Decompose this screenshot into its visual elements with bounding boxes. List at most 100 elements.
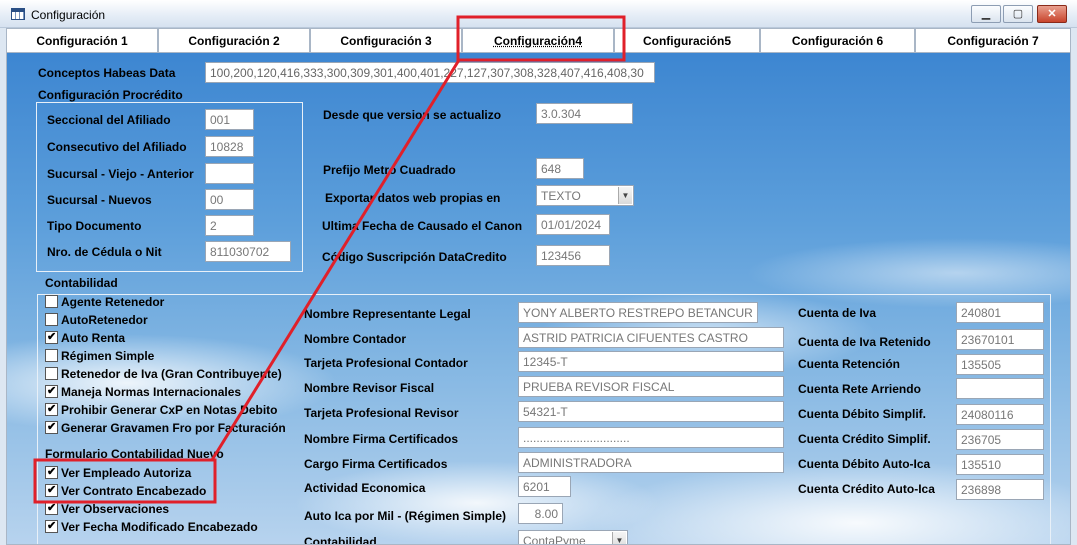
- checkbox-autoretenedor[interactable]: AutoRetenedor: [45, 313, 148, 329]
- contabilidad-select[interactable]: ContaPyme ▼: [518, 530, 628, 545]
- habeas-input[interactable]: 100,200,120,416,333,300,309,301,400,401,…: [205, 62, 655, 83]
- actividad-input[interactable]: 6201: [518, 476, 571, 497]
- check-icon: [45, 421, 58, 434]
- close-icon: ✕: [1047, 8, 1057, 20]
- tab-configuracion-4[interactable]: Configuración4: [462, 28, 614, 52]
- tab-configuracion-5[interactable]: Configuración5: [614, 28, 760, 52]
- tab-configuracion-1[interactable]: Configuración 1: [6, 28, 158, 52]
- tipo-documento-input[interactable]: 2: [205, 215, 254, 236]
- seccional-input[interactable]: 001: [205, 109, 254, 130]
- exportar-select[interactable]: TEXTO ▼: [536, 185, 634, 206]
- window-title: Configuración: [31, 8, 106, 22]
- cuenta-rete-arriendo-input[interactable]: [956, 378, 1044, 399]
- cuenta-iva-retenido-label: Cuenta de Iva Retenido: [798, 335, 931, 349]
- checkbox-gravamen-fro[interactable]: Generar Gravamen Fro por Facturación: [45, 421, 286, 437]
- chevron-down-icon[interactable]: ▼: [612, 532, 626, 544]
- tab-configuracion-6[interactable]: Configuración 6: [760, 28, 915, 52]
- checkbox-retenedor-iva[interactable]: Retenedor de Iva (Gran Contribuyente): [45, 367, 282, 383]
- chevron-down-icon[interactable]: ▼: [618, 187, 632, 204]
- version-label: Desde que version se actualizo: [323, 108, 502, 122]
- minimize-button[interactable]: ▁: [971, 5, 1001, 23]
- sucursal-viejo-input[interactable]: [205, 163, 254, 184]
- cuenta-iva-label: Cuenta de Iva: [798, 306, 877, 320]
- cuenta-debito-autoica-input[interactable]: 135510: [956, 454, 1044, 475]
- check-icon: [45, 484, 58, 497]
- checkbox-normas-internacionales[interactable]: Maneja Normas Internacionales: [45, 385, 241, 401]
- suscripcion-label: Código Suscripción DataCredito: [322, 250, 507, 264]
- close-button[interactable]: ✕: [1037, 5, 1067, 23]
- check-icon: [45, 367, 58, 380]
- tab-configuracion-2[interactable]: Configuración 2: [158, 28, 310, 52]
- tarjeta-contador-input[interactable]: 12345-T: [518, 351, 784, 372]
- checkbox-ver-observaciones[interactable]: Ver Observaciones: [45, 502, 169, 518]
- contabilidad-select-label: Contabilidad: [304, 535, 377, 545]
- cuenta-retencion-label: Cuenta Retención: [798, 357, 901, 371]
- suscripcion-input[interactable]: 123456: [536, 245, 610, 266]
- cargo-firma-label: Cargo Firma Certificados: [304, 457, 448, 471]
- cuenta-iva-input[interactable]: 240801: [956, 302, 1044, 323]
- tab-configuracion-3[interactable]: Configuración 3: [310, 28, 462, 52]
- cuenta-credito-autoica-label: Cuenta Crédito Auto-Ica: [798, 482, 935, 496]
- auto-ica-input[interactable]: 8.00: [518, 503, 563, 524]
- procredito-title: Configuración Procrédito: [38, 88, 183, 102]
- exportar-label: Exportar datos web propias en: [325, 191, 501, 205]
- consecutivo-label: Consecutivo del Afiliado: [47, 140, 187, 154]
- exportar-value: TEXTO: [541, 189, 581, 203]
- cuenta-credito-autoica-input[interactable]: 236898: [956, 479, 1044, 500]
- formulario-title: Formulario Contabilidad Nuevo: [45, 447, 224, 461]
- tab-configuracion-7[interactable]: Configuración 7: [915, 28, 1071, 52]
- revisor-label: Nombre Revisor Fiscal: [304, 381, 435, 395]
- auto-ica-label: Auto Ica por Mil - (Régimen Simple): [304, 509, 507, 523]
- fecha-label: Ultima Fecha de Causado el Canon: [322, 219, 523, 233]
- cedula-nit-input[interactable]: 811030702: [205, 241, 291, 262]
- tarjeta-revisor-input[interactable]: 54321-T: [518, 401, 784, 422]
- checkbox-auto-renta[interactable]: Auto Renta: [45, 331, 125, 347]
- contabilidad-select-value: ContaPyme: [523, 534, 586, 545]
- cuenta-retencion-input[interactable]: 135505: [956, 354, 1044, 375]
- check-icon: [45, 502, 58, 515]
- habeas-label: Conceptos Habeas Data: [38, 66, 176, 80]
- checkbox-prohibir-cxp[interactable]: Prohibir Generar CxP en Notas Debito: [45, 403, 278, 419]
- check-icon: [45, 466, 58, 479]
- checkbox-ver-fecha-modificado[interactable]: Ver Fecha Modificado Encabezado: [45, 520, 258, 536]
- tipo-documento-label: Tipo Documento: [47, 219, 142, 233]
- cuenta-credito-simplif-label: Cuenta Crédito Simplif.: [798, 432, 931, 446]
- checkbox-ver-contrato-encabezado[interactable]: Ver Contrato Encabezado: [45, 484, 206, 500]
- cuenta-iva-retenido-input[interactable]: 23670101: [956, 329, 1044, 350]
- app-table-icon: [11, 8, 25, 20]
- checkbox-ver-empleado-autoriza[interactable]: Ver Empleado Autoriza: [45, 466, 191, 482]
- firma-input[interactable]: ................................: [518, 427, 784, 448]
- tab-strip: Configuración 1 Configuración 2 Configur…: [6, 28, 1071, 52]
- consecutivo-input[interactable]: 10828: [205, 136, 254, 157]
- check-icon: [45, 385, 58, 398]
- prefijo-label: Prefijo Metro Cuadrado: [323, 163, 456, 177]
- check-icon: [45, 313, 58, 326]
- cedula-nit-label: Nro. de Cédula o Nit: [47, 245, 162, 259]
- seccional-label: Seccional del Afiliado: [47, 113, 171, 127]
- fecha-input[interactable]: 01/01/2024: [536, 214, 610, 235]
- version-input[interactable]: 3.0.304: [536, 103, 633, 124]
- checkbox-regimen-simple[interactable]: Régimen Simple: [45, 349, 154, 365]
- contador-label: Nombre Contador: [304, 332, 406, 346]
- firma-label: Nombre Firma Certificados: [304, 432, 459, 446]
- checkbox-agente-retenedor[interactable]: Agente Retenedor: [45, 295, 164, 311]
- revisor-input[interactable]: PRUEBA REVISOR FISCAL: [518, 376, 784, 397]
- check-icon: [45, 520, 58, 533]
- cuenta-debito-simplif-input[interactable]: 24080116: [956, 404, 1044, 425]
- tab-content-panel: Conceptos Habeas Data 100,200,120,416,33…: [6, 52, 1071, 545]
- check-icon: [45, 331, 58, 344]
- check-icon: [45, 349, 58, 362]
- maximize-icon: ▢: [1012, 8, 1024, 20]
- cuenta-debito-simplif-label: Cuenta Débito Simplif.: [798, 407, 927, 421]
- representante-input[interactable]: YONY ALBERTO RESTREPO BETANCUR: [518, 302, 758, 323]
- check-icon: [45, 295, 58, 308]
- contabilidad-title: Contabilidad: [45, 276, 118, 290]
- maximize-button[interactable]: ▢: [1003, 5, 1033, 23]
- sucursal-nuevos-input[interactable]: 00: [205, 189, 254, 210]
- tarjeta-revisor-label: Tarjeta Profesional Revisor: [304, 406, 459, 420]
- cargo-firma-input[interactable]: ADMINISTRADORA: [518, 452, 784, 473]
- prefijo-input[interactable]: 648: [536, 158, 584, 179]
- cuenta-credito-simplif-input[interactable]: 236705: [956, 429, 1044, 450]
- actividad-label: Actividad Economica: [304, 481, 426, 495]
- contador-input[interactable]: ASTRID PATRICIA CIFUENTES CASTRO: [518, 327, 784, 348]
